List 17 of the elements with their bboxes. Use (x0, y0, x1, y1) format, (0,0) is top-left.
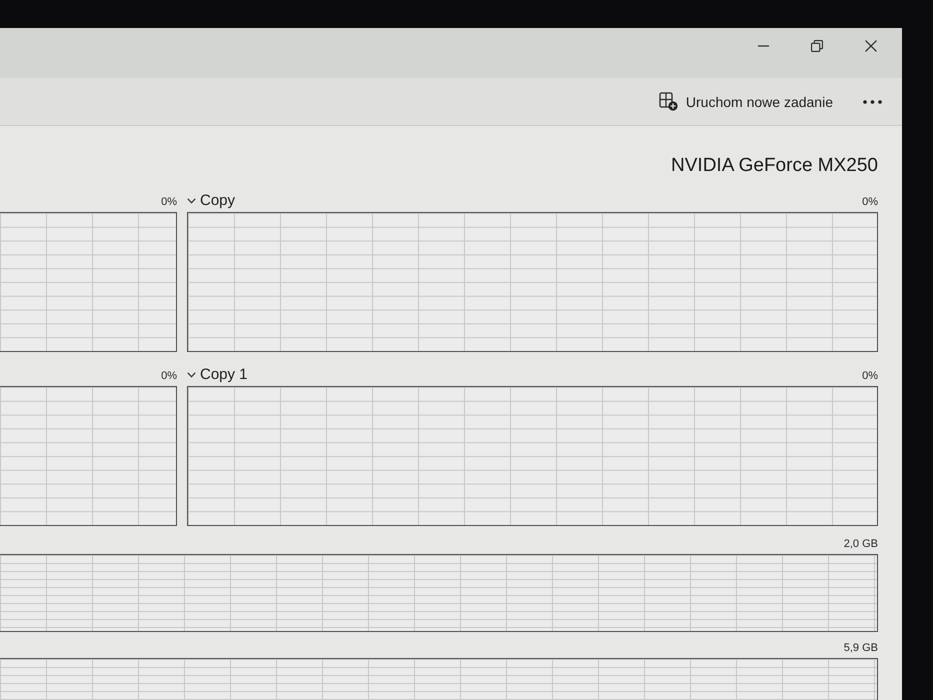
minimize-icon (758, 45, 768, 47)
graph-max-label: 2,0 GB (844, 537, 878, 551)
graph-max-label: 5,9 GB (844, 641, 878, 655)
graph-max-label: 0% (862, 195, 878, 209)
gpu-name: NVIDIA GeForce MX250 (671, 154, 878, 178)
engine-selector[interactable]: Copy (187, 192, 238, 209)
chevron-down-icon (187, 372, 196, 378)
close-icon (865, 40, 877, 52)
graph-max-label: 0% (862, 369, 878, 383)
window-plus-icon (658, 92, 678, 111)
graph-max-label: 0% (161, 195, 177, 209)
engine-selector[interactable]: Copy 1 (187, 366, 250, 383)
more-icon (863, 100, 882, 104)
chevron-down-icon (187, 198, 196, 204)
new-task-button[interactable]: Uruchom nowe zadanie (650, 85, 841, 118)
restore-icon (811, 40, 823, 52)
graph-max-label: 0% (161, 369, 177, 383)
